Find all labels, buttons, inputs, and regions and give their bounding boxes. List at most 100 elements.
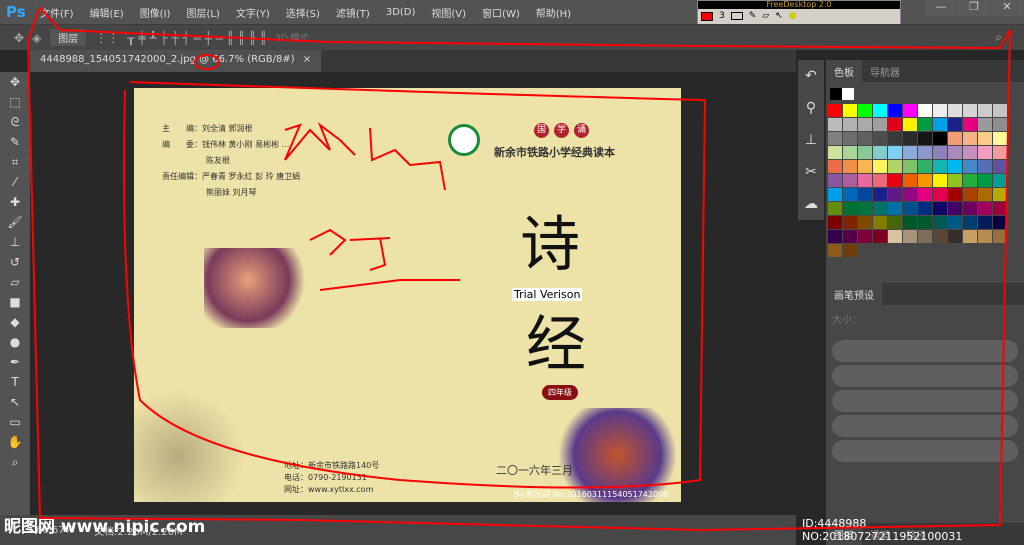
swatch[interactable] (948, 230, 962, 243)
eyedropper-icon[interactable]: ⁄ (0, 172, 30, 192)
swatch[interactable] (978, 202, 992, 215)
eraser-tool-icon[interactable]: ▱ (0, 272, 30, 292)
swatch[interactable] (843, 118, 857, 131)
brush-preset[interactable] (832, 415, 1018, 437)
rectangle-tool-icon[interactable]: ▭ (0, 412, 30, 432)
swatch[interactable] (888, 146, 902, 159)
pen-color-swatch[interactable] (701, 11, 713, 21)
swatch[interactable] (843, 132, 857, 145)
swatch[interactable] (948, 160, 962, 173)
swatch[interactable] (828, 202, 842, 215)
dodge-tool-icon[interactable]: ● (0, 332, 30, 352)
swatch[interactable] (843, 230, 857, 243)
swatch[interactable] (948, 216, 962, 229)
swatch[interactable] (978, 230, 992, 243)
swatch[interactable] (948, 118, 962, 131)
swatch[interactable] (903, 146, 917, 159)
swatch[interactable] (948, 104, 962, 117)
menu-image[interactable]: 图像(I) (132, 5, 179, 20)
close-button[interactable]: ✕ (991, 0, 1023, 16)
brush-tool-icon[interactable]: 🖌 (0, 212, 30, 232)
pen-width-value[interactable]: 3 (719, 11, 725, 21)
swatch[interactable] (933, 146, 947, 159)
swatch[interactable] (948, 202, 962, 215)
menu-view[interactable]: 视图(V) (423, 5, 474, 20)
swatch[interactable] (993, 174, 1007, 187)
swatch[interactable] (828, 104, 842, 117)
crop-tool-icon[interactable]: ⌗ (0, 152, 30, 172)
swatch[interactable] (918, 188, 932, 201)
swatch[interactable] (933, 174, 947, 187)
search-icon[interactable]: ⌕ (995, 30, 1002, 45)
healing-brush-icon[interactable]: ✚ (0, 192, 30, 212)
swatch[interactable] (918, 174, 932, 187)
swatch[interactable] (873, 146, 887, 159)
swatch[interactable] (918, 104, 932, 117)
quick-select-icon[interactable]: ✎ (0, 132, 30, 152)
swatch[interactable] (843, 244, 857, 257)
swatch[interactable] (993, 216, 1007, 229)
brush-preset[interactable] (832, 440, 1018, 462)
pen-icon[interactable]: ✎ (749, 11, 757, 21)
swatch[interactable] (843, 104, 857, 117)
swatch[interactable] (963, 202, 977, 215)
swatch[interactable] (933, 104, 947, 117)
menu-type[interactable]: 文字(Y) (228, 5, 278, 20)
swatch[interactable] (843, 146, 857, 159)
swatch[interactable] (828, 132, 842, 145)
swatch[interactable] (948, 174, 962, 187)
swatch[interactable] (978, 160, 992, 173)
swatch[interactable] (903, 174, 917, 187)
swatch[interactable] (978, 174, 992, 187)
blur-tool-icon[interactable]: ◆ (0, 312, 30, 332)
swatch[interactable] (888, 202, 902, 215)
swatch[interactable] (873, 216, 887, 229)
swatch[interactable] (828, 146, 842, 159)
swatch[interactable] (918, 132, 932, 145)
pen-tool-icon[interactable]: ✒ (0, 352, 30, 372)
swatch[interactable] (903, 104, 917, 117)
swatch[interactable] (888, 230, 902, 243)
brush-preset[interactable] (832, 390, 1018, 412)
swatch[interactable] (873, 230, 887, 243)
swatch[interactable] (873, 160, 887, 173)
swatch[interactable] (843, 174, 857, 187)
clone-source-icon[interactable]: ⊥ (798, 124, 824, 156)
swatch[interactable] (858, 118, 872, 131)
swatch[interactable] (903, 118, 917, 131)
menu-help[interactable]: 帮助(H) (528, 5, 579, 20)
brush-presets-icon[interactable]: ⚲ (798, 92, 824, 124)
transform-controls-icon[interactable]: ⋮⋮ (95, 31, 119, 45)
swatch[interactable] (888, 132, 902, 145)
swatch[interactable] (978, 216, 992, 229)
swatch[interactable] (978, 132, 992, 145)
tab-swatches[interactable]: 色板 (826, 60, 862, 82)
menu-select[interactable]: 选择(S) (278, 5, 328, 20)
swatch[interactable] (993, 160, 1007, 173)
align-icons[interactable]: ┰ ╪ ┸ ├ ┼ ┤ ═ ╪ ═ ╫ ╫ ╫ ║ (127, 31, 267, 45)
swatch[interactable] (888, 104, 902, 117)
swatch[interactable] (858, 216, 872, 229)
swatch[interactable] (843, 202, 857, 215)
swatch[interactable] (918, 160, 932, 173)
swatch[interactable] (888, 216, 902, 229)
pointer-icon[interactable]: ↖ (775, 11, 783, 21)
swatch[interactable] (828, 216, 842, 229)
swatch[interactable] (963, 104, 977, 117)
auto-select-icon[interactable]: ◈ (32, 31, 41, 45)
swatch[interactable] (963, 146, 977, 159)
swatch[interactable] (858, 230, 872, 243)
menu-window[interactable]: 窗口(W) (474, 5, 528, 20)
swatch[interactable] (918, 146, 932, 159)
swatch[interactable] (843, 216, 857, 229)
path-select-icon[interactable]: ↖ (0, 392, 30, 412)
swatch[interactable] (903, 216, 917, 229)
swatch[interactable] (933, 118, 947, 131)
swatch[interactable] (843, 188, 857, 201)
swatch[interactable] (873, 104, 887, 117)
swatch[interactable] (933, 230, 947, 243)
swatch[interactable] (978, 104, 992, 117)
swatch[interactable] (858, 202, 872, 215)
swatch[interactable] (828, 188, 842, 201)
lasso-tool-icon[interactable]: ᘓ (0, 112, 30, 132)
